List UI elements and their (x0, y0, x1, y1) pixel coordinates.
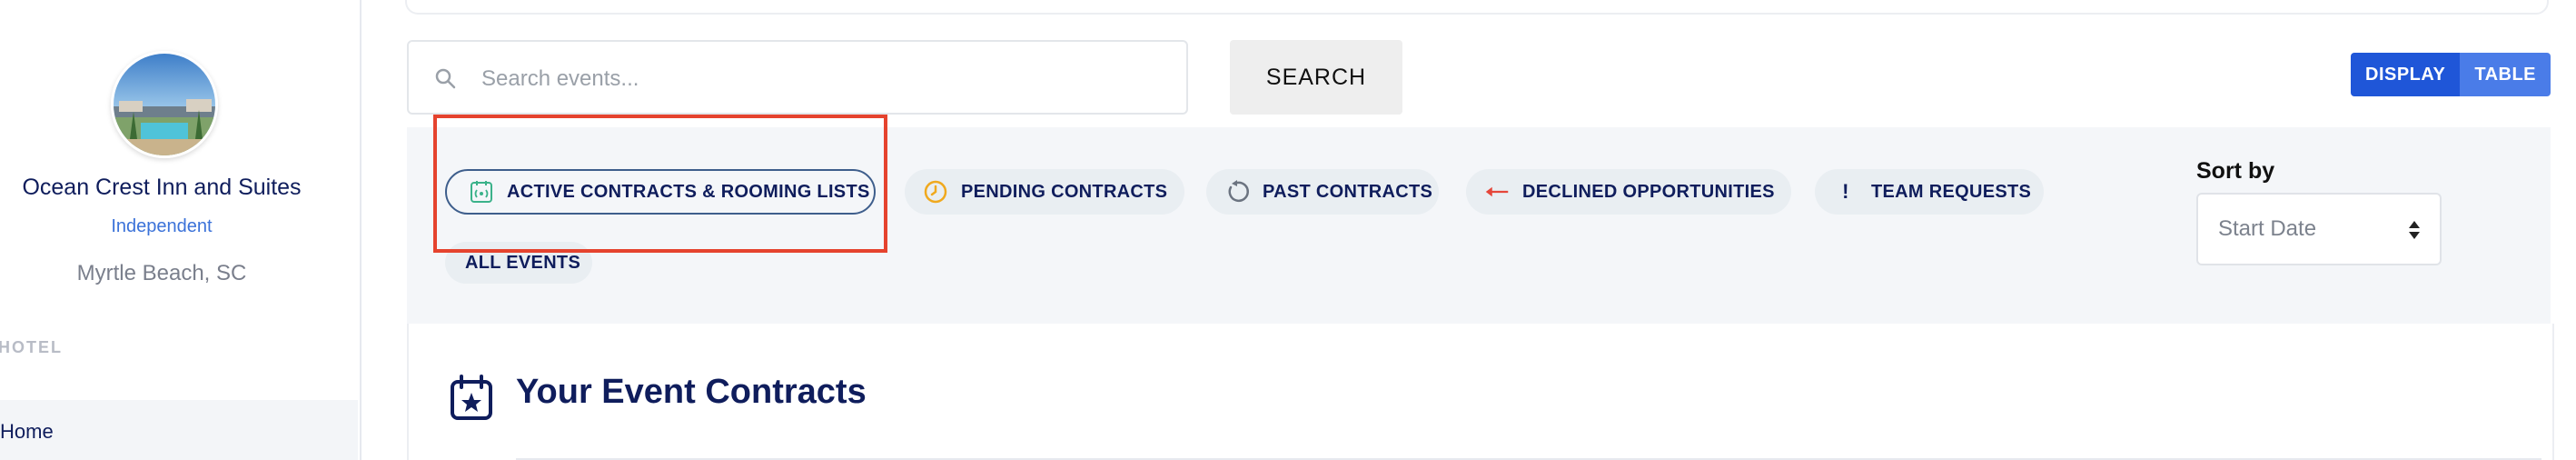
undo-icon (1224, 179, 1250, 205)
hotel-type-link[interactable]: Independent (0, 216, 323, 237)
hotel-name: Ocean Crest Inn and Suites (22, 175, 302, 200)
sort-value: Start Date (2218, 216, 2317, 241)
display-toggle[interactable]: DISPLAY TABLE (2351, 53, 2551, 96)
sidebar-item-label: Home (0, 420, 54, 443)
highlight-box (433, 115, 887, 253)
sidebar-section-label: HOTEL (0, 338, 63, 356)
filter-declined-opportunities[interactable]: DECLINED OPPORTUNITIES (1466, 169, 1791, 215)
sidebar-item-home[interactable]: Home (0, 400, 358, 460)
filter-team-requests[interactable]: ! TEAM REQUESTS (1815, 169, 2044, 215)
exclamation-icon: ! (1842, 180, 1849, 203)
search-button[interactable]: SEARCH (1230, 40, 1402, 115)
sidebar: Ocean Crest Inn and Suites Independent M… (0, 0, 362, 460)
hotel-avatar[interactable] (111, 51, 218, 158)
search-input[interactable] (480, 60, 1155, 98)
display-value[interactable]: TABLE (2460, 53, 2551, 96)
search-icon (434, 67, 456, 94)
sort-arrows-icon (2407, 218, 2422, 246)
filter-label: PENDING CONTRACTS (961, 181, 1168, 202)
filter-label: DECLINED OPPORTUNITIES (1522, 181, 1775, 202)
filter-pending-contracts[interactable]: PENDING CONTRACTS (905, 169, 1184, 215)
calendar-star-icon (449, 375, 494, 426)
hotel-location: Myrtle Beach, SC (76, 261, 247, 285)
filter-label: TEAM REQUESTS (1871, 181, 2032, 202)
filter-past-contracts[interactable]: PAST CONTRACTS (1206, 169, 1439, 215)
search-box (407, 40, 1188, 115)
display-label[interactable]: DISPLAY (2351, 53, 2461, 96)
sort-label: Sort by (2196, 158, 2275, 184)
arrow-left-icon (1484, 179, 1510, 205)
filter-label: PAST CONTRACTS (1263, 181, 1433, 202)
top-card (405, 0, 2549, 15)
page-title: Your Event Contracts (516, 373, 867, 411)
clock-icon (923, 179, 948, 205)
sort-select[interactable]: Start Date (2196, 193, 2442, 265)
filter-label: ALL EVENTS (465, 252, 581, 273)
